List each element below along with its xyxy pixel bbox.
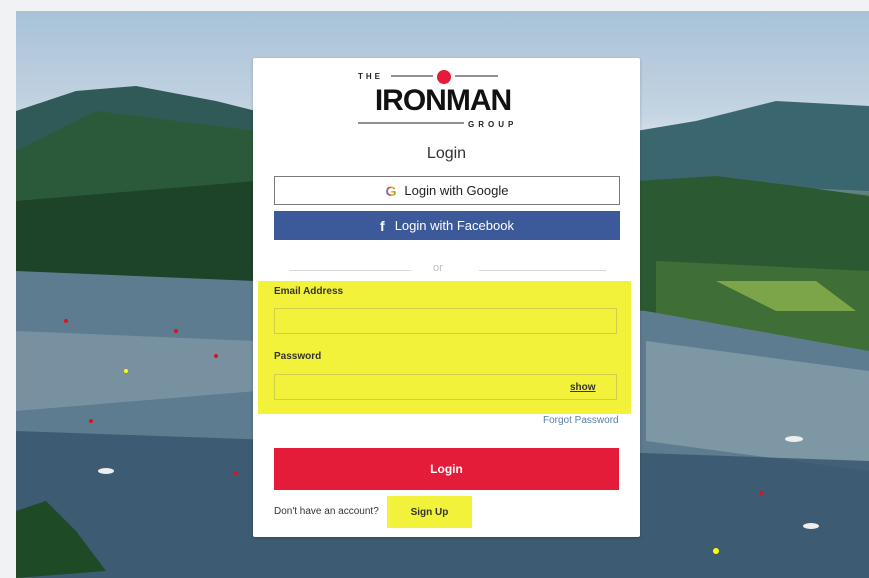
login-with-facebook-button[interactable]: f Login with Facebook	[274, 211, 620, 240]
facebook-button-label: Login with Facebook	[394, 218, 514, 233]
email-field[interactable]	[274, 308, 617, 334]
forgot-password-link[interactable]: Forgot Password	[543, 415, 619, 426]
svg-text:GROUP: GROUP	[468, 120, 517, 129]
login-title: Login	[426, 145, 467, 162]
divider-left	[289, 270, 411, 271]
login-card: THE IRONMAN GROUP Login G Login with Goo…	[253, 58, 640, 537]
google-button-label: Login with Google	[404, 183, 509, 198]
svg-text:THE: THE	[358, 72, 383, 81]
login-with-google-button[interactable]: G Login with Google	[274, 176, 620, 205]
no-account-text: Don't have an account?	[274, 506, 379, 517]
google-g-icon: G	[385, 182, 397, 199]
facebook-f-icon: f	[380, 217, 385, 234]
sign-up-button[interactable]: Sign Up	[387, 496, 472, 528]
login-button[interactable]: Login	[274, 448, 619, 490]
divider-or-text: or	[433, 262, 443, 274]
ironman-group-logo: THE IRONMAN GROUP	[358, 70, 517, 129]
svg-text:IRONMAN: IRONMAN	[375, 84, 511, 117]
show-password-link[interactable]: show	[570, 382, 596, 393]
password-label: Password	[274, 351, 322, 362]
email-label: Email Address	[274, 286, 344, 297]
password-field[interactable]	[274, 374, 617, 400]
page: THE IRONMAN GROUP Login G Login with Goo…	[0, 0, 869, 578]
divider-right	[479, 270, 606, 271]
